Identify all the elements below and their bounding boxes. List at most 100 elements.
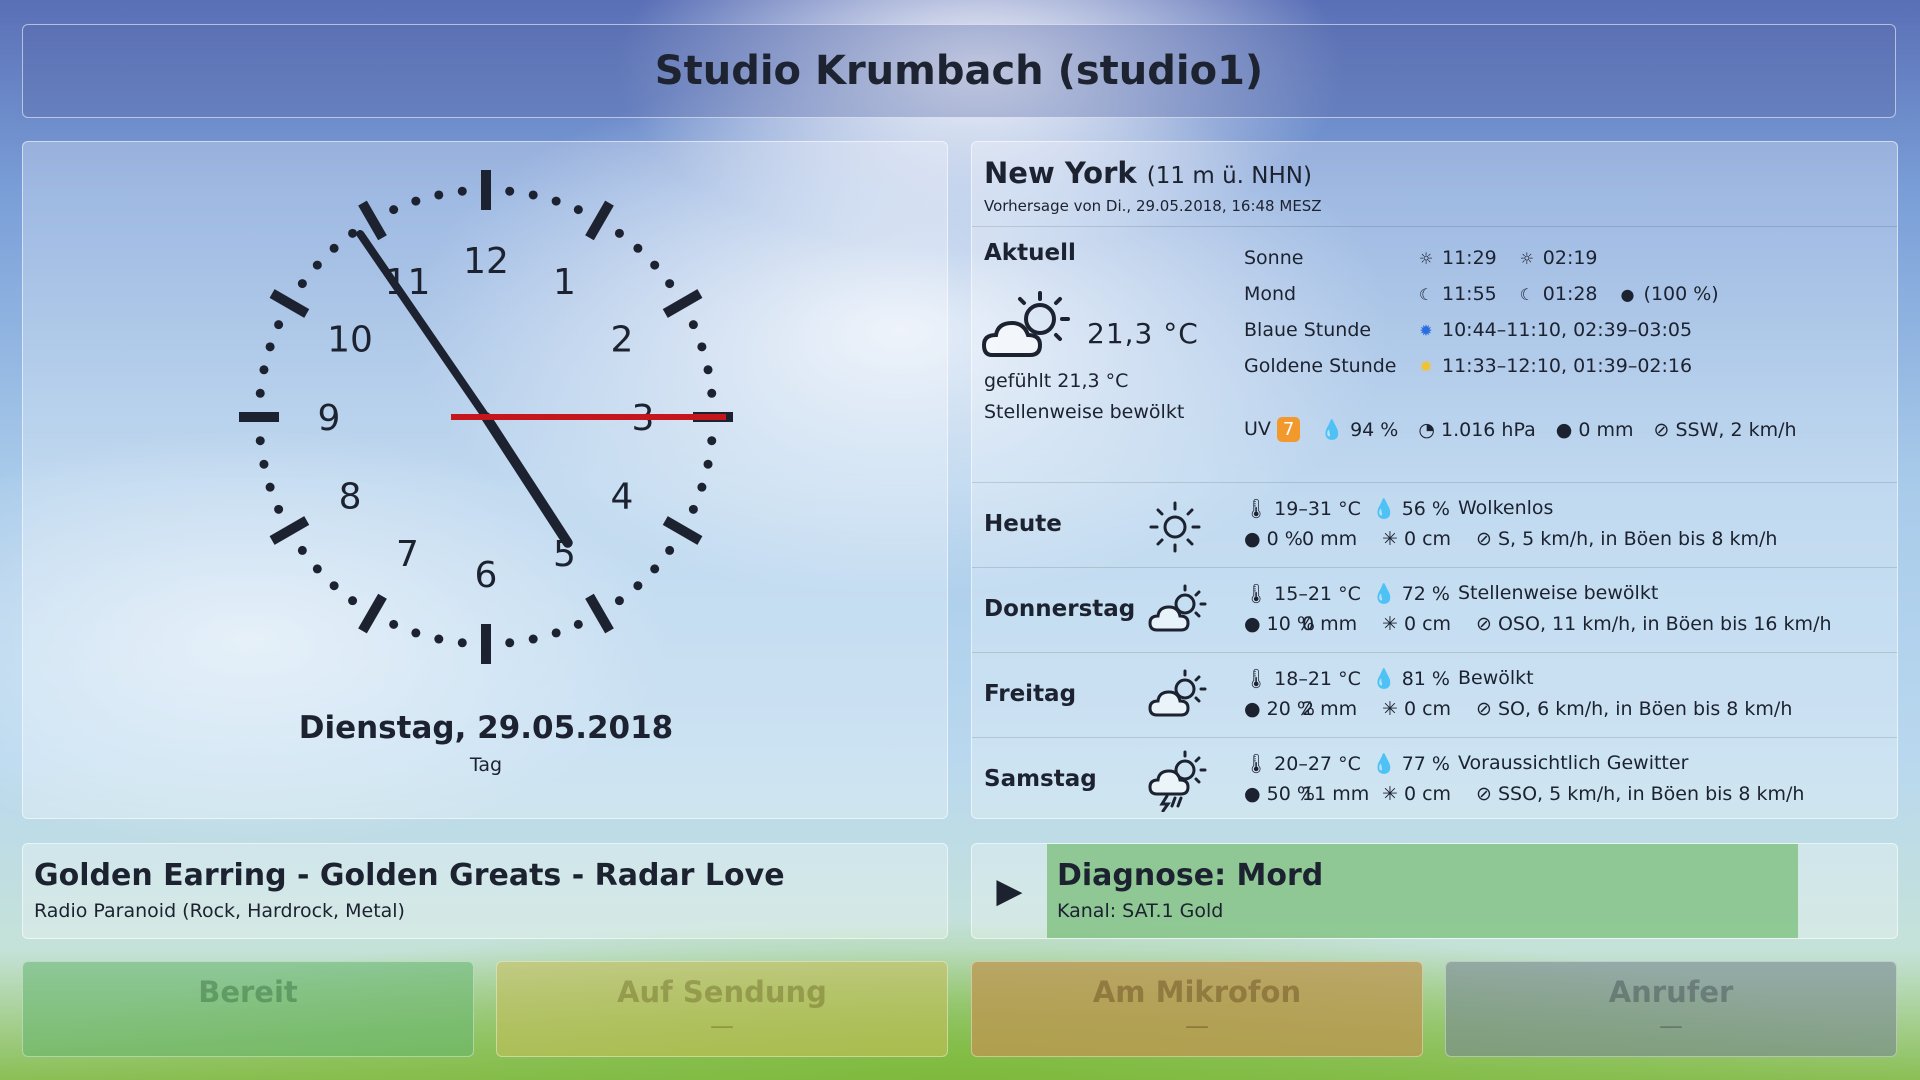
humidity: 💧 72 % <box>1372 582 1450 605</box>
weather-panel: New York (11 m ü. NHN) Vorhersage von Di… <box>971 141 1898 819</box>
tv-channel: Kanal: SAT.1 Gold <box>1057 900 1224 922</box>
forecast-source: Vorhersage von Di., 29.05.2018, 16:48 ME… <box>984 197 1322 215</box>
wind-value: SSO, 5 km/h, in Böen bis 8 km/h <box>1497 783 1805 805</box>
wind-value: S, 5 km/h, in Böen bis 8 km/h <box>1497 528 1778 550</box>
humidity-icon: 💧 <box>1372 753 1396 775</box>
minute-dot <box>348 228 358 238</box>
minute-dot <box>348 596 358 606</box>
snowflake-icon: ✳ <box>1382 783 1398 805</box>
rain-amount: 0 mm <box>1302 613 1358 635</box>
humidity-icon: 💧 <box>1372 498 1396 520</box>
minute-dot <box>614 228 624 238</box>
pressure-value: 1.016 hPa <box>1441 418 1536 441</box>
minute-dot <box>703 459 713 469</box>
location-altitude: (11 m ü. NHN) <box>1146 163 1312 189</box>
minute-dot <box>650 260 660 270</box>
rain-probability: ● 10 % <box>1244 613 1315 635</box>
humidity-icon: 💧 <box>1320 419 1345 441</box>
drop-icon: ● <box>1244 528 1261 550</box>
day-line-1: 🌡 18–21 °C 💧 81 % Bewölkt <box>1244 667 1534 690</box>
rain-probability: ● 20 % <box>1244 698 1315 720</box>
clock-numeral: 9 <box>318 398 341 439</box>
status-on-air-button[interactable]: Auf Sendung — <box>496 961 948 1057</box>
humidity: 💧 56 % <box>1372 497 1450 520</box>
day-line-2: ● 50 % 11 mm ✳ 0 cm ⊘ SSO, 5 km/h, in Bö… <box>1244 783 1804 805</box>
snowflake-icon: ✳ <box>1382 528 1398 550</box>
current-stats: UV 7 💧 94 % ◔ 1.016 hPa ● 0 mm ⊘ SSW, 2 k… <box>1244 417 1797 442</box>
compass-icon: ⊘ <box>1476 528 1492 550</box>
clock-numeral: 1 <box>553 262 576 303</box>
minute-dot <box>633 243 643 253</box>
minute-dot <box>255 436 265 446</box>
tv-panel: ▶ Diagnose: Mord Kanal: SAT.1 Gold <box>971 843 1898 939</box>
partly-cloudy-icon <box>1148 584 1207 632</box>
minute-dot <box>329 581 339 591</box>
humidity: 💧 77 % <box>1372 752 1450 775</box>
minute-dot <box>389 619 399 629</box>
wind: ⊘ OSO, 11 km/h, in Böen bis 16 km/h <box>1476 613 1832 635</box>
humidity-icon: 💧 <box>1372 583 1396 605</box>
hour-hand <box>481 412 573 548</box>
now-playing-panel: Golden Earring - Golden Greats - Radar L… <box>22 843 948 939</box>
minute-dot <box>697 342 707 352</box>
status-caller-button[interactable]: Anrufer — <box>1445 961 1897 1057</box>
minute-dot <box>411 628 421 638</box>
snowflake-icon: ✳ <box>1382 613 1398 635</box>
temp-range: 🌡 18–21 °C <box>1244 667 1362 690</box>
clock-numeral: 4 <box>611 477 634 518</box>
blue-hour-times: 10:44–11:10, 02:39–03:05 <box>1442 319 1693 341</box>
header-bar: Studio Krumbach (studio1) <box>22 24 1896 118</box>
rain-amount: 0 mm <box>1302 528 1358 550</box>
clock-daypart: Tag <box>469 754 503 776</box>
minute-dot <box>434 190 444 200</box>
weather-location: New York (11 m ü. NHN) <box>984 156 1312 190</box>
temp-value: 20–27 °C <box>1274 753 1361 775</box>
blue-sun-icon: ✹ <box>1419 320 1433 340</box>
rain-probability-value: 0 % <box>1266 528 1303 550</box>
golden-sun-icon: ✹ <box>1419 356 1433 376</box>
clock-numeral: 6 <box>475 555 498 596</box>
partly-cloudy-icon <box>1148 669 1207 717</box>
wind: ⊘ SSO, 5 km/h, in Böen bis 8 km/h <box>1476 783 1804 805</box>
temp-range: 🌡 20–27 °C <box>1244 752 1362 775</box>
divider <box>972 226 1897 227</box>
minute-dot <box>528 634 538 644</box>
minute-dot <box>274 504 284 514</box>
clock-numeral: 8 <box>339 477 362 518</box>
status-ready-button[interactable]: Bereit <box>22 961 474 1057</box>
track-title: Golden Earring - Golden Greats - Radar L… <box>34 858 785 893</box>
astro-label: Blaue Stunde <box>1244 319 1372 341</box>
minute-dot <box>573 205 583 215</box>
snow-value: 0 cm <box>1403 528 1452 550</box>
minute-dot <box>297 279 307 289</box>
drop-icon: ● <box>1555 418 1573 441</box>
tv-program: Diagnose: Mord Kanal: SAT.1 Gold <box>1047 844 1798 938</box>
hour-tick <box>358 200 387 241</box>
minute-dot <box>434 634 444 644</box>
uv-index: UV 7 <box>1244 417 1301 442</box>
temp-range: 🌡 15–21 °C <box>1244 582 1362 605</box>
snowflake-icon: ✳ <box>1382 698 1398 720</box>
hour-tick <box>585 593 614 634</box>
status-sub: — <box>1659 1012 1683 1040</box>
humidity-value: 81 % <box>1401 668 1450 690</box>
minute-dot <box>707 436 717 446</box>
status-mic-button[interactable]: Am Mikrofon — <box>971 961 1423 1057</box>
temp-value: 15–21 °C <box>1274 583 1361 605</box>
uv-badge: 7 <box>1276 417 1301 442</box>
minute-dot <box>505 638 515 648</box>
current-title: Aktuell <box>984 240 1076 266</box>
compass-icon: ⊘ <box>1653 418 1670 441</box>
minute-dot <box>274 320 284 330</box>
thermometer-icon: 🌡 <box>1244 498 1269 520</box>
rain-probability: ● 50 % <box>1244 783 1315 805</box>
play-button[interactable]: ▶ <box>972 844 1047 938</box>
current-temperature: 21,3 °C <box>1087 317 1199 350</box>
compass-icon: ⊘ <box>1476 698 1492 720</box>
moon-illumination: (100 %) <box>1643 283 1719 305</box>
gauge-icon: ◔ <box>1418 418 1435 441</box>
day-description: Voraussichtlich Gewitter <box>1458 752 1689 774</box>
wind-value: SO, 6 km/h, in Böen bis 8 km/h <box>1497 698 1793 720</box>
humidity-value: 72 % <box>1401 583 1450 605</box>
hour-tick <box>585 200 614 241</box>
